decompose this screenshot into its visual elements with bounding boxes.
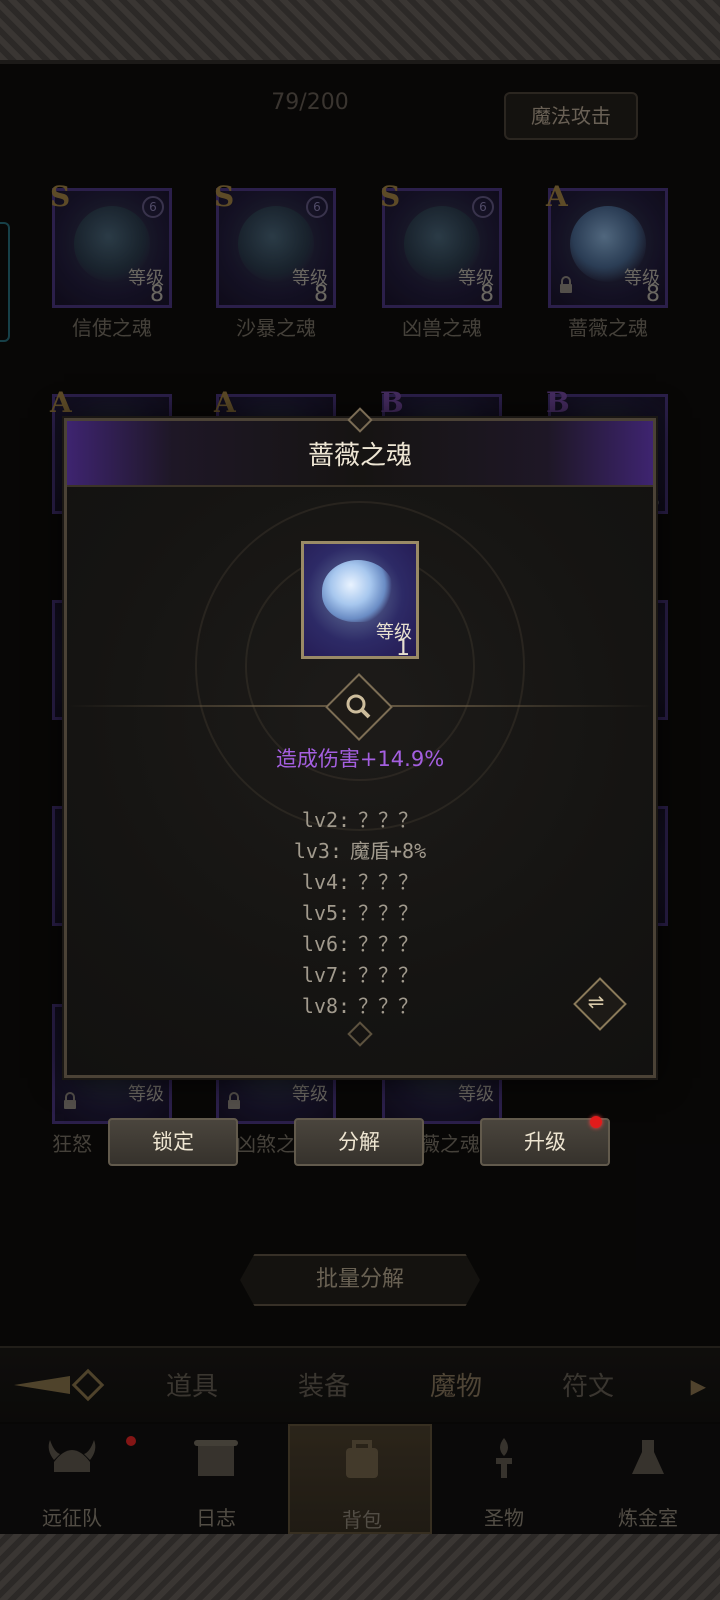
level-effect: lv4:？？？ [301,870,419,894]
ornament [347,1021,373,1047]
swap-icon: ⇌ [587,989,605,1014]
soul-portrait: 等级 1 [301,541,419,661]
level-effect: lv3: 魔盾+8% [293,839,427,863]
notification-dot [590,1116,602,1128]
top-ornate-border [0,0,720,64]
lock-button[interactable]: 锁定 [108,1118,238,1166]
dialog-title: 蔷薇之魂 [307,441,412,471]
level-effects-list: lv2:？？？ lv3: 魔盾+8% lv4:？？？ lv5:？？？ lv6:？？… [67,805,653,1022]
upgrade-label: 升级 [524,1130,566,1154]
rose-image [322,560,394,622]
level-effect: lv7:？？？ [301,963,419,987]
bottom-ornate-border [0,1534,720,1600]
level-effect: lv6:？？？ [301,932,419,956]
decompose-button[interactable]: 分解 [294,1118,424,1166]
main-effect: 造成伤害+14.9% [275,747,445,771]
level-effect: lv5:？？？ [301,901,419,925]
upgrade-button[interactable]: 升级 [480,1116,610,1166]
level-effect: lv8:？？？ [301,994,419,1018]
level-value: 1 [396,636,410,661]
soul-detail-dialog: 蔷薇之魂 等级 1 造成伤害+14.9% lv2:？？？ lv3: 魔盾+8% l… [64,407,656,1078]
level-effect: lv2:？？？ [301,808,419,832]
magnifier-icon [346,694,371,719]
